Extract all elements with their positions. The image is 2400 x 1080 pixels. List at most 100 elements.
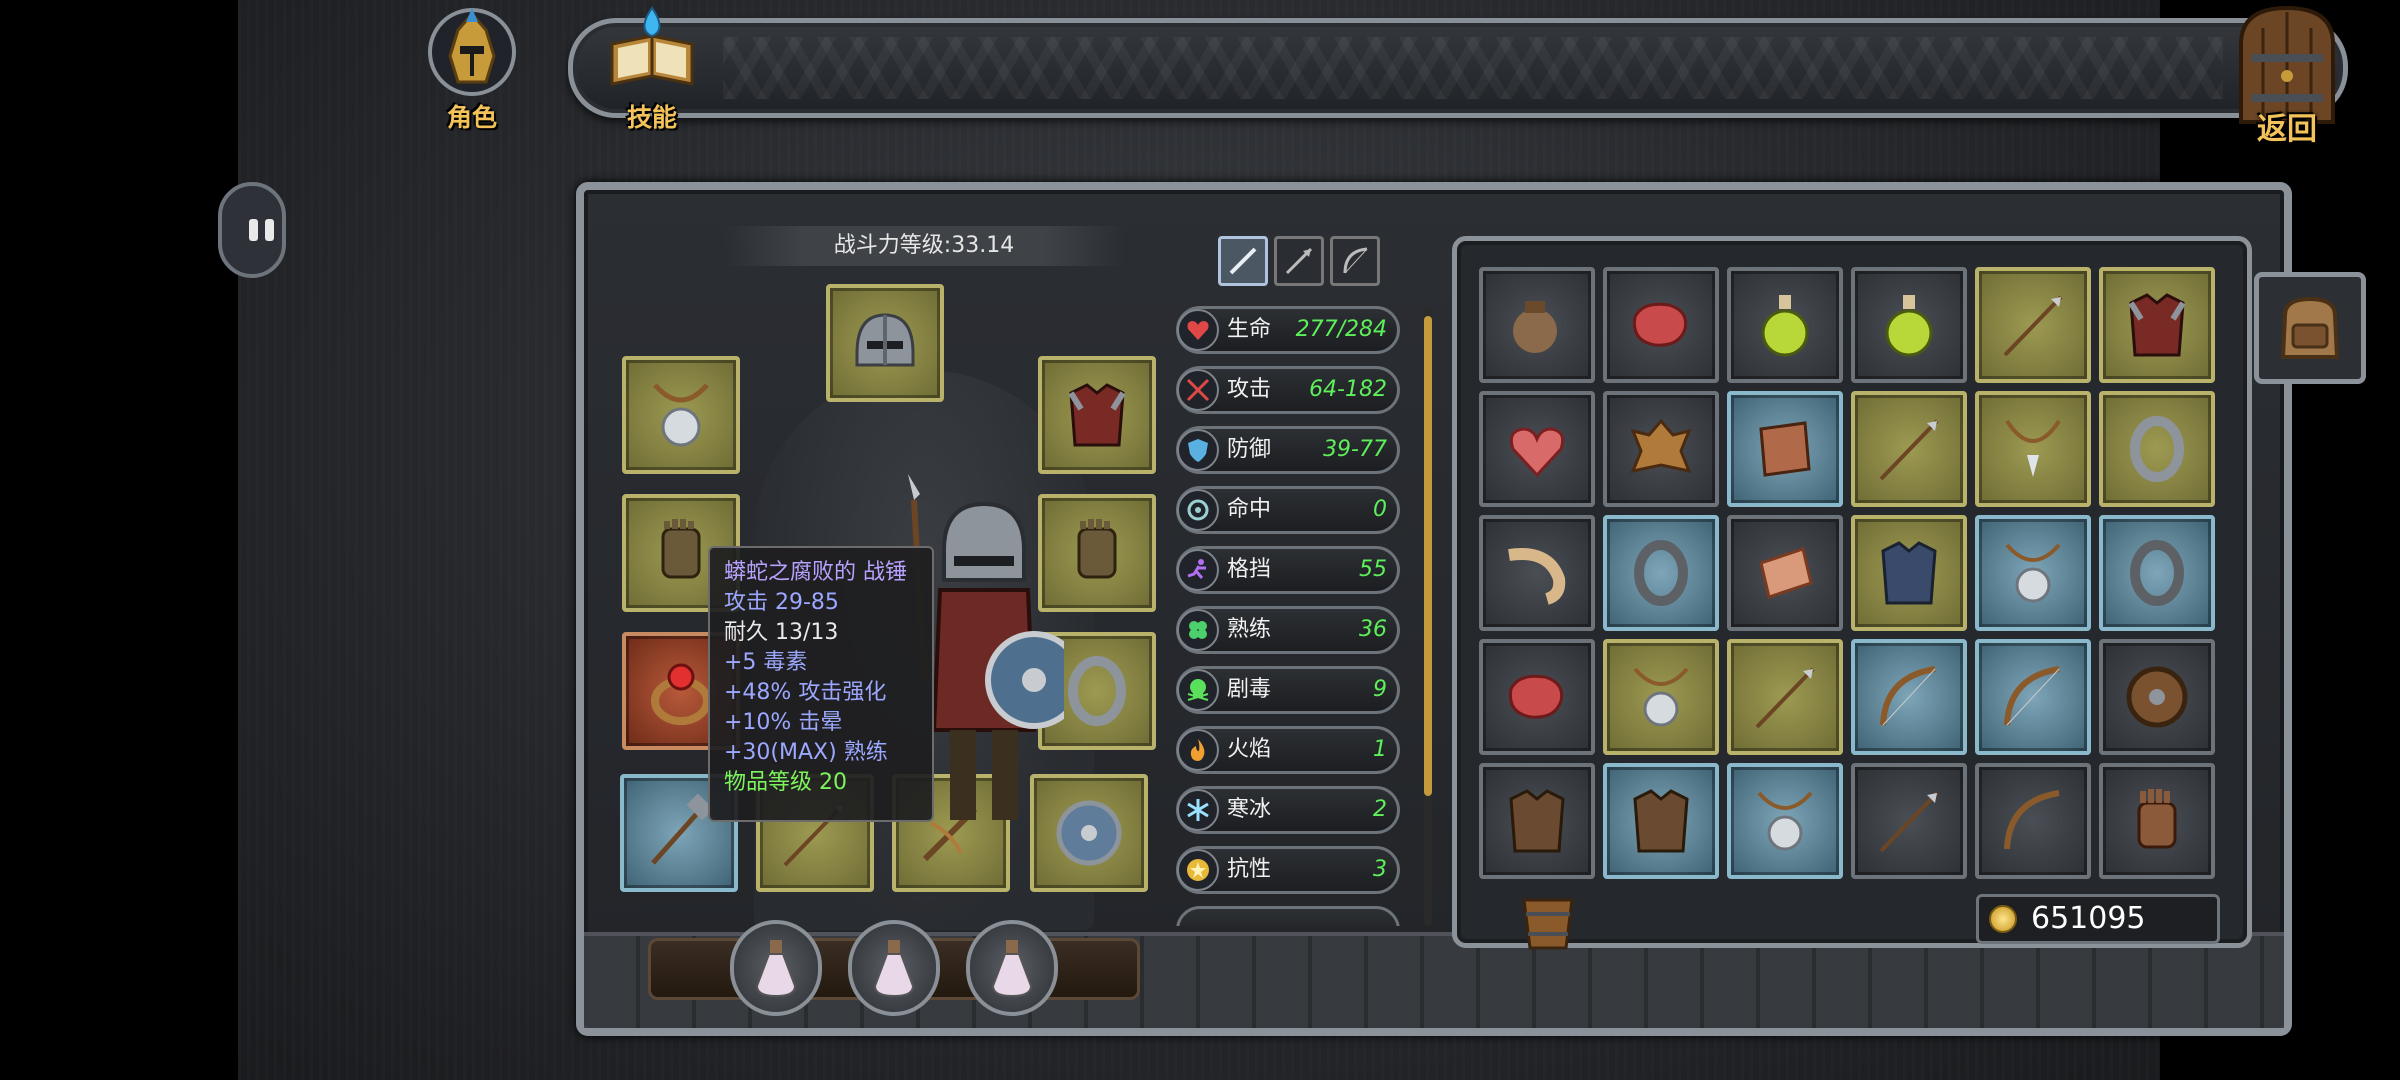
tooltip-attack: 攻击 29-85: [724, 590, 839, 615]
inventory-slot[interactable]: [1975, 391, 2091, 507]
scroll-parchment-icon: [1759, 421, 1811, 477]
backpack-tab[interactable]: [2254, 272, 2366, 384]
equip-slot-armor[interactable]: [1038, 356, 1156, 474]
inventory-slot[interactable]: [1975, 515, 2091, 631]
iron-ring-icon: [2130, 416, 2184, 482]
side-menu-handle[interactable]: [218, 182, 286, 278]
heart-icon: [1177, 309, 1219, 351]
spear-icon: [1285, 247, 1313, 275]
stat-value: 9: [1373, 677, 1387, 702]
stat-row-resistance: 抗性 3: [1176, 846, 1400, 894]
inventory-slot[interactable]: [1479, 515, 1595, 631]
dodge-runner-icon: [1177, 549, 1219, 591]
inventory-slot[interactable]: [1975, 267, 2091, 383]
stat-name: 防御: [1227, 437, 1272, 462]
stats-list[interactable]: 生命 277/284 攻击 64-182 防御 39-77 命中 0 格挡 55…: [1176, 306, 1406, 926]
inventory-slot[interactable]: [1603, 267, 1719, 383]
stat-name: 熟练: [1227, 617, 1272, 642]
snowflake-icon: [1177, 789, 1219, 831]
leather-armor-icon: [1509, 789, 1565, 853]
bucket-icon: [1522, 898, 1574, 950]
tooltip-affix: +5 毒素: [724, 650, 808, 675]
stat-value: 55: [1359, 557, 1387, 582]
trash-bucket[interactable]: [1518, 890, 1578, 952]
stat-value: 0: [1373, 497, 1387, 522]
inventory-slot[interactable]: [1727, 267, 1843, 383]
iron-ring-icon: [1634, 540, 1688, 606]
stat-row-fire: 火焰 1: [1176, 726, 1400, 774]
stat-row-block: 格挡 55: [1176, 546, 1400, 594]
amulet-icon: [653, 383, 709, 447]
inventory-slot[interactable]: [2099, 763, 2215, 879]
heart-organ-icon: [1509, 427, 1565, 478]
inventory-slot[interactable]: [1727, 639, 1843, 755]
stat-value: 64-182: [1309, 377, 1387, 402]
backpack-icon: [2280, 296, 2340, 359]
equip-slot-amulet[interactable]: [622, 356, 740, 474]
inventory-slot[interactable]: [2099, 391, 2215, 507]
gold-counter: 651095: [1976, 894, 2220, 944]
power-level: 战斗力等级:33.14: [724, 226, 1124, 266]
inventory-slot[interactable]: [1727, 391, 1843, 507]
character-tab-button[interactable]: 角色: [414, 4, 530, 132]
inventory-slot[interactable]: [1603, 763, 1719, 879]
return-button[interactable]: 返回: [2233, 4, 2341, 147]
oil-flask-icon: [1885, 295, 1933, 357]
potion-slot-1[interactable]: [730, 920, 822, 1016]
inventory-slot[interactable]: [1727, 515, 1843, 631]
tooltip-item-name: 蟒蛇之腐败的 战锤: [724, 560, 907, 585]
inventory-slot[interactable]: [1975, 639, 2091, 755]
inventory-slot[interactable]: [1603, 639, 1719, 755]
inventory-slot[interactable]: [1851, 515, 1967, 631]
fire-icon: [1177, 729, 1219, 771]
horn-icon: [1508, 548, 1566, 605]
inventory-slot[interactable]: [2099, 639, 2215, 755]
potion-slot-3[interactable]: [966, 920, 1058, 1016]
inventory-slot[interactable]: [1479, 267, 1595, 383]
inventory-slot[interactable]: [1479, 763, 1595, 879]
clay-pot-icon: [1513, 301, 1557, 353]
spellbook-icon: [610, 6, 694, 86]
animal-hide-icon: [1630, 418, 1692, 474]
tooltip-item-level: 物品等级 20: [724, 770, 847, 795]
amulet-icon: [1757, 791, 1813, 851]
wooden-buckler-icon: [2126, 666, 2188, 728]
inventory-slot[interactable]: [2099, 267, 2215, 383]
tooth-necklace-icon: [2005, 419, 2061, 477]
weapon-tab-spear[interactable]: [1274, 236, 1324, 286]
stat-name: 命中: [1227, 497, 1272, 522]
inventory-slot[interactable]: [1603, 515, 1719, 631]
stats-scrollbar[interactable]: [1424, 306, 1432, 926]
crosshair-icon: [1177, 489, 1219, 531]
potion-slot-2[interactable]: [848, 920, 940, 1016]
inventory-slot[interactable]: [1479, 391, 1595, 507]
inventory-slot[interactable]: [1851, 763, 1967, 879]
longbow-icon: [2004, 666, 2060, 726]
stat-name: 抗性: [1227, 857, 1272, 882]
inventory-slot[interactable]: [1851, 391, 1967, 507]
stat-value: 36: [1359, 617, 1387, 642]
inventory-slot[interactable]: [1851, 267, 1967, 383]
inventory-slot[interactable]: [1851, 639, 1967, 755]
stat-row-attack: 攻击 64-182: [1176, 366, 1400, 414]
top-bar: [568, 18, 2348, 118]
stat-value: 39-77: [1323, 437, 1387, 462]
inventory-slot[interactable]: [1603, 391, 1719, 507]
stat-name: 攻击: [1227, 377, 1272, 402]
inventory-slot[interactable]: [1479, 639, 1595, 755]
weapon-tab-sword[interactable]: [1218, 236, 1268, 286]
inventory-slot[interactable]: [1727, 763, 1843, 879]
inventory-slot[interactable]: [1975, 763, 2091, 879]
tooltip-affix: +48% 攻击强化: [724, 680, 887, 705]
return-label: 返回: [2257, 112, 2317, 147]
skills-tab-button[interactable]: 技能: [594, 4, 710, 132]
character-tab-label: 角色: [446, 103, 497, 132]
stat-name: 剧毒: [1227, 677, 1272, 702]
scroll-thumb[interactable]: [1424, 316, 1432, 796]
chest-armor-icon: [2128, 293, 2186, 357]
helmet-icon: [855, 313, 915, 367]
stat-name: 寒冰: [1227, 797, 1272, 822]
equip-slot-helmet[interactable]: [826, 284, 944, 402]
inventory-slot[interactable]: [2099, 515, 2215, 631]
weapon-tab-bow[interactable]: [1330, 236, 1380, 286]
